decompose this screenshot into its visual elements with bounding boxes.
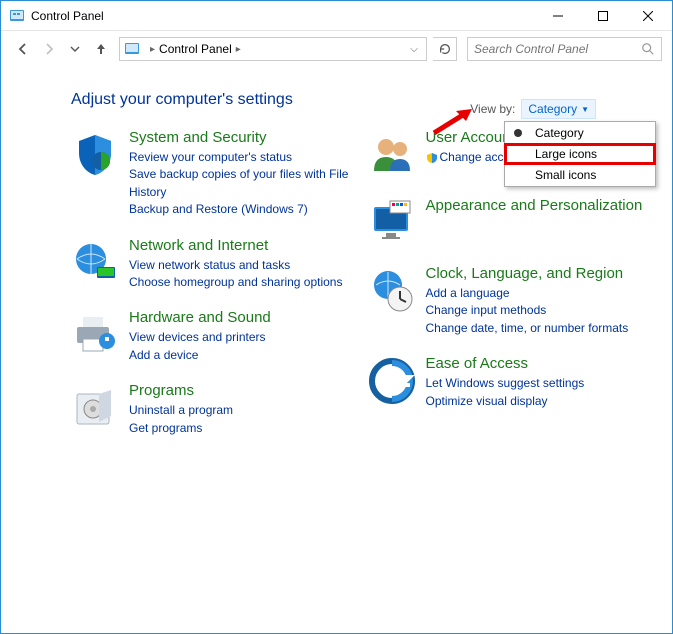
category-network: Network and Internet View network status… [71,237,350,292]
link-uninstall[interactable]: Uninstall a program [129,402,233,419]
link-input-methods[interactable]: Change input methods [426,302,629,319]
chevron-right-icon[interactable]: ▸ [150,44,155,55]
link-date-formats[interactable]: Change date, time, or number formats [426,320,629,337]
category-appearance: Appearance and Personalization [368,197,647,247]
users-icon[interactable] [368,131,416,179]
search-box[interactable] [467,37,662,61]
link-devices[interactable]: View devices and printers [129,329,271,346]
ease-of-access-icon[interactable] [368,357,416,405]
link-add-device[interactable]: Add a device [129,347,271,364]
control-panel-icon [124,41,140,57]
search-input[interactable] [474,42,641,56]
link-get-programs[interactable]: Get programs [129,420,233,437]
window-title: Control Panel [31,9,535,23]
category-programs: Programs Uninstall a program Get program… [71,382,350,437]
category-system-security: System and Security Review your computer… [71,129,350,219]
clock-globe-icon[interactable] [368,267,416,315]
maximize-button[interactable] [580,1,625,31]
control-panel-icon [9,8,25,24]
chevron-down-icon: ▼ [581,105,589,114]
category-title[interactable]: Appearance and Personalization [426,197,643,215]
refresh-button[interactable] [433,37,457,61]
globe-network-icon[interactable] [71,239,119,287]
search-icon[interactable] [641,42,655,56]
category-clock-region: Clock, Language, and Region Add a langua… [368,265,647,337]
up-button[interactable] [89,37,113,61]
link-backup[interactable]: Backup and Restore (Windows 7) [129,201,350,218]
view-by: View by: Category ▼ [470,99,596,119]
view-by-select[interactable]: Category ▼ [521,99,596,119]
link-file-history[interactable]: Save backup copies of your files with Fi… [129,166,350,201]
monitor-icon[interactable] [368,199,416,247]
forward-button[interactable] [37,37,61,61]
view-by-value: Category [528,102,577,116]
uac-shield-icon [426,152,438,164]
close-button[interactable] [625,1,670,31]
category-title[interactable]: System and Security [129,129,350,147]
minimize-button[interactable] [535,1,580,31]
address-dropdown[interactable]: ⌵ [406,44,422,55]
view-by-dropdown: Category Large icons Small icons [504,121,656,187]
annotation-arrow [432,107,472,135]
link-homegroup[interactable]: Choose homegroup and sharing options [129,274,342,291]
link-suggest[interactable]: Let Windows suggest settings [426,375,585,392]
recent-dropdown[interactable] [63,37,87,61]
view-by-label: View by: [470,102,515,116]
titlebar: Control Panel [1,1,672,31]
navbar: ▸ Control Panel ▸ ⌵ [1,31,672,67]
link-status[interactable]: Review your computer's status [129,149,350,166]
content-area: Adjust your computer's settings View by:… [1,67,672,455]
category-title[interactable]: Programs [129,382,233,400]
category-title[interactable]: Clock, Language, and Region [426,265,629,283]
dropdown-item-small-icons[interactable]: Small icons [505,164,655,186]
printer-icon[interactable] [71,311,119,359]
link-add-language[interactable]: Add a language [426,285,629,302]
category-ease-of-access: Ease of Access Let Windows suggest setti… [368,355,647,410]
link-visual[interactable]: Optimize visual display [426,393,585,410]
link-status[interactable]: View network status and tasks [129,257,342,274]
dropdown-item-large-icons[interactable]: Large icons [504,143,656,165]
category-hardware: Hardware and Sound View devices and prin… [71,309,350,364]
shield-icon[interactable] [71,131,119,179]
back-button[interactable] [11,37,35,61]
address-bar[interactable]: ▸ Control Panel ▸ ⌵ [119,37,427,61]
breadcrumb-root[interactable]: Control Panel [159,42,232,56]
category-title[interactable]: Hardware and Sound [129,309,271,327]
category-title[interactable]: Ease of Access [426,355,585,373]
software-box-icon[interactable] [71,384,119,432]
chevron-right-icon[interactable]: ▸ [236,44,241,55]
category-title[interactable]: Network and Internet [129,237,342,255]
dropdown-item-category[interactable]: Category [505,122,655,144]
